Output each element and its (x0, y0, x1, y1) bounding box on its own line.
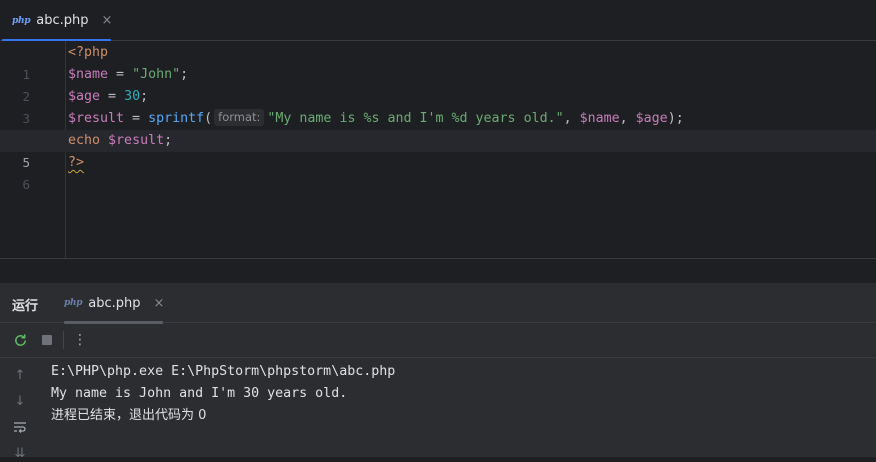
semicolon: ); (667, 111, 684, 126)
soft-wrap-icon[interactable] (12, 420, 28, 436)
editor-tab-bar: php abc.php × (0, 0, 876, 42)
variable: $age (68, 89, 101, 104)
comma: , (563, 111, 580, 126)
arrow-down-icon[interactable]: ↓ (12, 394, 28, 410)
code-line-2[interactable]: 2 $name = "John"; (0, 64, 876, 104)
function-name: sprintf (148, 111, 205, 126)
run-tab-abc-php[interactable]: php abc.php × (64, 283, 164, 324)
variable: $result (108, 133, 165, 148)
code-line-1[interactable]: 1 <?php (0, 42, 876, 82)
parameter-hint: format: (214, 109, 265, 126)
scroll-to-end-icon[interactable]: ⇊ (12, 446, 28, 462)
console-output[interactable]: E:\PHP\php.exe E:\PhpStorm\phpstorm\abc.… (51, 361, 395, 427)
run-tool-window: 运行 php abc.php × ⋮ ↑ ↓ ⇊ E:\PHP\php.exe … (0, 283, 876, 461)
console-line-command: E:\PHP\php.exe E:\PhpStorm\phpstorm\abc.… (51, 364, 396, 379)
run-window-title: 运行 (12, 299, 39, 314)
variable: $name (579, 111, 620, 126)
operator: = (124, 111, 149, 126)
run-toolbar: ⋮ (0, 323, 876, 358)
operator: = (100, 89, 125, 104)
code-line-3[interactable]: 3 $age = 30; (0, 86, 876, 126)
code-editor[interactable]: 1 <?php 2 $name = "John"; 3 $age = 30; 4… (0, 41, 876, 258)
php-run-icon: php (64, 298, 83, 308)
code-line-4[interactable]: 4 $result = sprintf(format:"My name is %… (0, 108, 876, 148)
rerun-icon[interactable] (12, 332, 28, 348)
php-file-icon: php (12, 15, 31, 26)
semicolon: ; (140, 89, 149, 104)
close-icon[interactable]: × (101, 13, 112, 28)
stop-icon[interactable] (39, 332, 55, 348)
number-literal: 30 (124, 89, 141, 104)
console-line-output: My name is John and I'm 30 years old. (51, 386, 348, 401)
semicolon: ; (164, 133, 173, 148)
code-line-6[interactable]: 6 ?> (0, 152, 876, 192)
operator: = (108, 67, 133, 82)
semicolon: ; (180, 67, 189, 82)
php-close-tag: ?> (68, 155, 85, 170)
console-side-toolbar: ↑ ↓ ⇊ (0, 358, 40, 461)
console-line-exit: 进程已结束，退出代码为 0 (51, 408, 207, 423)
variable: $name (68, 67, 109, 82)
string-literal: "My name is %s and I'm %d years old." (267, 111, 564, 126)
run-tab-label: abc.php (88, 295, 141, 311)
run-tool-header: 运行 php abc.php × (0, 283, 876, 324)
code-line-5-current[interactable]: 5 echo $result; (0, 130, 876, 170)
paren: ( (204, 111, 213, 126)
variable: $age (635, 111, 668, 126)
line-number: 6 (22, 177, 30, 192)
php-open-tag: <?php (68, 45, 109, 60)
editor-tab-abc-php[interactable]: php abc.php × (0, 0, 112, 42)
stop-square (42, 335, 52, 345)
variable: $result (68, 111, 125, 126)
close-icon[interactable]: × (153, 296, 164, 311)
keyword: echo (68, 133, 101, 148)
toolbar-separator (63, 331, 64, 349)
more-vertical-icon[interactable]: ⋮ (72, 332, 88, 348)
panel-splitter[interactable] (0, 258, 876, 259)
editor-tab-label: abc.php (36, 13, 89, 28)
comma: , (619, 111, 636, 126)
string-literal: "John" (132, 67, 181, 82)
arrow-up-icon[interactable]: ↑ (12, 368, 28, 384)
